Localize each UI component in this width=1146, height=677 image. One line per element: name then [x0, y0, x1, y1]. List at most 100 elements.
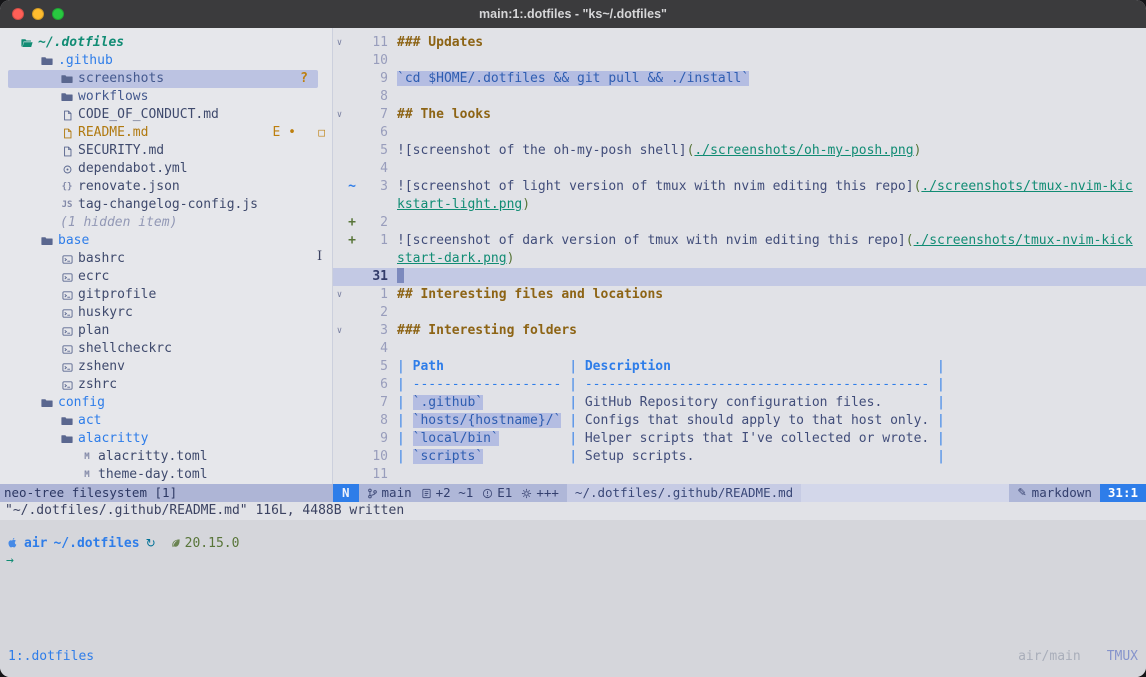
tree-item-zshenv[interactable]: zshenv [8, 358, 318, 376]
folder-icon [60, 73, 74, 85]
line-number: 10 [358, 52, 397, 70]
minimize-button[interactable] [32, 8, 44, 20]
tree-item-bashrc[interactable]: bashrc [8, 250, 318, 268]
editor-line-3[interactable]: ∨3### Interesting folders [333, 322, 1146, 340]
line-text [397, 160, 1146, 178]
editor-pane[interactable]: ∨11### Updates109`cd $HOME/.dotfiles && … [333, 28, 1146, 484]
fold-chevron-icon[interactable]: ∨ [333, 286, 346, 304]
editor-line-6[interactable]: 6| ------------------- | ---------------… [333, 376, 1146, 394]
tree-item-github[interactable]: .github [8, 52, 318, 70]
tree-item-alacritty-toml[interactable]: Malacritty.toml [8, 448, 318, 466]
line-text [397, 124, 1146, 142]
tree-item-dependabot-yml[interactable]: dependabot.yml [8, 160, 318, 178]
line-text [397, 52, 1146, 70]
tree-item-shellcheckrc[interactable]: shellcheckrc [8, 340, 318, 358]
shell-icon [60, 272, 74, 283]
tree-item-config[interactable]: config [8, 394, 318, 412]
fold-chevron-icon[interactable]: ∨ [333, 34, 346, 52]
tree-item-gitprofile[interactable]: gitprofile [8, 286, 318, 304]
editor-line-9[interactable]: 9| `local/bin` | Helper scripts that I'v… [333, 430, 1146, 448]
line-number: 6 [358, 376, 397, 394]
tmux-window-label[interactable]: 1:.dotfiles [8, 648, 94, 666]
close-button[interactable] [12, 8, 24, 20]
line-text [397, 214, 1146, 232]
editor-line-8[interactable]: 8 [333, 88, 1146, 106]
shell-prompt-line: air ~/.dotfiles ↻ 20.15.0 [6, 534, 1146, 552]
doc-icon [60, 128, 74, 139]
editor-line-4[interactable]: 4 [333, 160, 1146, 178]
buffer-icon [421, 488, 432, 499]
editor-line-11[interactable]: 11 [333, 466, 1146, 484]
shell-pane[interactable]: air ~/.dotfiles ↻ 20.15.0 → 1:.dotfiles … [0, 520, 1146, 677]
shell-icon [60, 326, 74, 337]
tree-item-label: gitprofile [78, 286, 156, 304]
editor-line-wrap-12[interactable]: start-dark.png) [333, 250, 1146, 268]
statusline-filler [801, 484, 1009, 502]
editor-line-7[interactable]: 7| `.github` | GitHub Repository configu… [333, 394, 1146, 412]
editor-line-3[interactable]: ~3![screenshot of light version of tmux … [333, 178, 1146, 196]
tree-item-ecrc[interactable]: ecrc [8, 268, 318, 286]
line-text [397, 340, 1146, 358]
window-title: main:1:.dotfiles - "ks~/.dotfiles" [479, 7, 667, 21]
line-number: 3 [358, 178, 397, 196]
editor-line-10[interactable]: 10 [333, 52, 1146, 70]
editor-line-2[interactable]: +2 [333, 214, 1146, 232]
git-diff-stats: +2 ~1 [421, 484, 474, 502]
editor-line-1[interactable]: +1![screenshot of dark version of tmux w… [333, 232, 1146, 250]
tree-item-1-hidden-item[interactable]: (1 hidden item) [8, 214, 318, 232]
tree-item-theme-day-toml[interactable]: Mtheme-day.toml [8, 466, 318, 484]
editor-line-6[interactable]: 6 [333, 124, 1146, 142]
line-text: ## Interesting files and locations [397, 286, 1146, 304]
editor-line-9[interactable]: 9`cd $HOME/.dotfiles && git pull && ./in… [333, 70, 1146, 88]
folder-open-icon [20, 37, 34, 49]
fold-chevron-icon[interactable]: ∨ [333, 106, 346, 124]
tree-item-workflows[interactable]: workflows [8, 88, 318, 106]
line-number [358, 196, 397, 214]
editor-line-10[interactable]: 10| `scripts` | Setup scripts. | [333, 448, 1146, 466]
tree-item-huskyrc[interactable]: huskyrc [8, 304, 318, 322]
editor-line-wrap-9[interactable]: kstart-light.png) [333, 196, 1146, 214]
tree-item-dotfiles[interactable]: ~/.dotfiles [8, 34, 318, 52]
line-number: 1 [358, 286, 397, 304]
tree-item-label: screenshots [78, 70, 164, 88]
tree-item-renovate-json[interactable]: {}renovate.json [8, 178, 318, 196]
traffic-lights [12, 0, 64, 28]
git-unstaged-mark: □ [318, 124, 325, 142]
tree-item-tag-changelog-config-js[interactable]: JStag-changelog-config.js [8, 196, 318, 214]
line-number: 6 [358, 124, 397, 142]
tree-item-code-of-conduct-md[interactable]: CODE_OF_CONDUCT.md [8, 106, 318, 124]
editor-line-1[interactable]: ∨ 1## Interesting files and locations [333, 286, 1146, 304]
fold-chevron-icon[interactable]: ∨ [333, 322, 346, 340]
line-number: 31 [358, 268, 397, 286]
editor-line-5[interactable]: 5| Path | Description | [333, 358, 1146, 376]
editor-line-5[interactable]: 5![screenshot of the oh-my-posh shell](.… [333, 142, 1146, 160]
filepath-segment: ~/.dotfiles/.github/README.md [567, 484, 801, 502]
editor-line-11[interactable]: ∨11### Updates [333, 34, 1146, 52]
git-sign: + [346, 232, 358, 250]
editor-line-7[interactable]: ∨7## The looks [333, 106, 1146, 124]
tree-item-plan[interactable]: plan [8, 322, 318, 340]
diagnostic-marks: E • [273, 124, 296, 142]
tree-item-label: act [78, 412, 101, 430]
tree-item-label: tag-changelog-config.js [78, 196, 258, 214]
editor-line-2[interactable]: 2 [333, 304, 1146, 322]
folder-icon [60, 415, 74, 427]
tree-item-label: SECURITY.md [78, 142, 164, 160]
tree-item-alacritty[interactable]: alacritty [8, 430, 318, 448]
line-number: 9 [358, 430, 397, 448]
fullscreen-button[interactable] [52, 8, 64, 20]
editor-line-8[interactable]: 8| `hosts/{hostname}/` | Configs that sh… [333, 412, 1146, 430]
circle-icon [60, 164, 74, 175]
tree-item-security-md[interactable]: SECURITY.md [8, 142, 318, 160]
tree-item-label: ~/.dotfiles [38, 34, 124, 52]
neotree-statusline: neo-tree filesystem [1] [0, 484, 333, 502]
tree-item-act[interactable]: act [8, 412, 318, 430]
tree-item-readme-md[interactable]: README.mdE •□ [8, 124, 318, 142]
tree-item-screenshots[interactable]: screenshots? [8, 70, 318, 88]
line-text [397, 466, 1146, 484]
editor-line-4[interactable]: 4 [333, 340, 1146, 358]
line-number: 1 [358, 232, 397, 250]
tree-item-zshrc[interactable]: zshrc [8, 376, 318, 394]
editor-line-31[interactable]: 31 [333, 268, 1146, 286]
tree-item-base[interactable]: base [8, 232, 318, 250]
